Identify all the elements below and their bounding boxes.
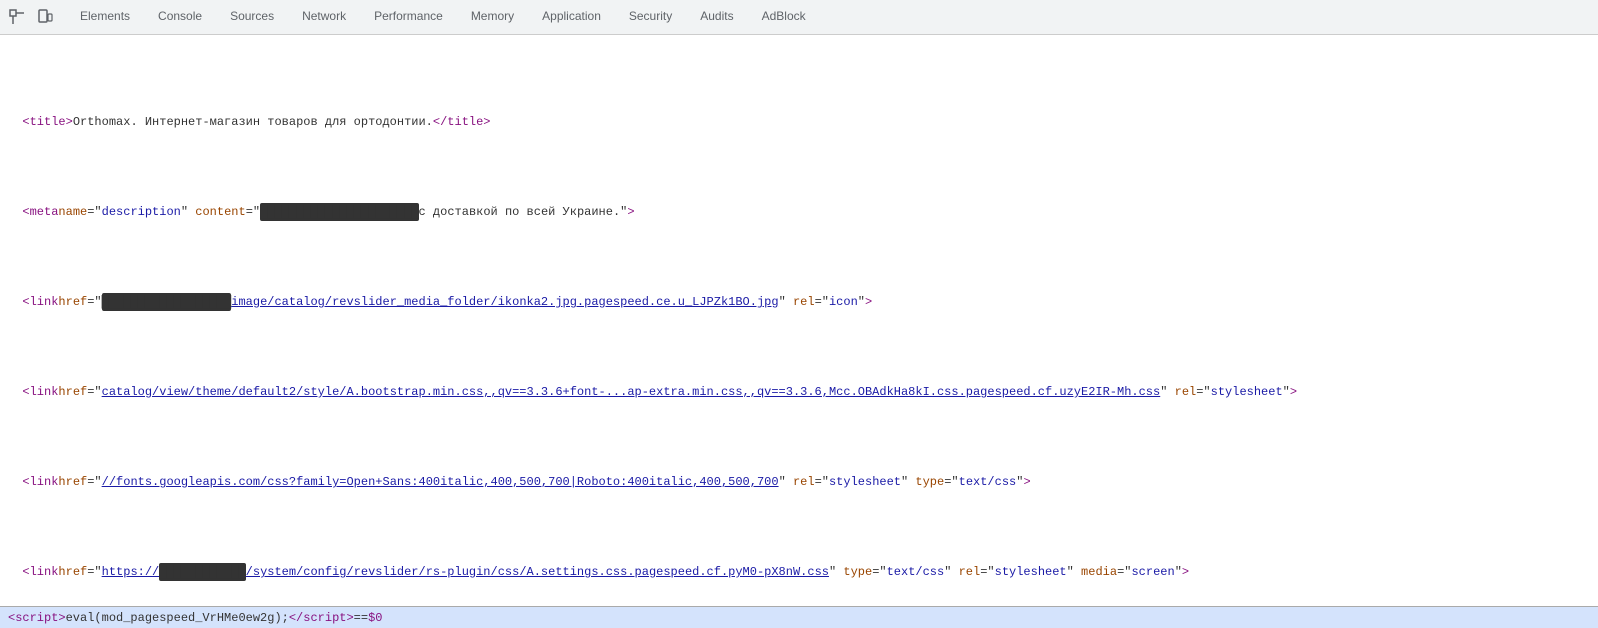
tab-security[interactable]: Security [615, 0, 686, 34]
devtools-window: Elements Console Sources Network Perform… [0, 0, 1598, 628]
tab-audits[interactable]: Audits [686, 0, 747, 34]
elements-panel[interactable]: <title>Orthomax. Интернет-магазин товаро… [0, 35, 1598, 606]
code-line-1[interactable]: <title>Orthomax. Интернет-магазин товаро… [0, 113, 1598, 131]
bottom-eval-bar: <script>eval(mod_pagespeed_VrHMe0ew2g);<… [0, 606, 1598, 628]
toolbar-icons [4, 4, 58, 30]
tab-network[interactable]: Network [288, 0, 360, 34]
inspect-element-button[interactable] [4, 4, 30, 30]
tab-application[interactable]: Application [528, 0, 615, 34]
tab-memory[interactable]: Memory [457, 0, 528, 34]
code-line-4[interactable]: <link href="catalog/view/theme/default2/… [0, 383, 1598, 401]
devtools-toolbar: Elements Console Sources Network Perform… [0, 0, 1598, 35]
tab-adblock[interactable]: AdBlock [748, 0, 820, 34]
bottom-script-tag: <script> [8, 611, 66, 625]
tab-performance[interactable]: Performance [360, 0, 457, 34]
bottom-dollar: $0 [368, 611, 382, 625]
device-toggle-button[interactable] [32, 4, 58, 30]
tab-console[interactable]: Console [144, 0, 216, 34]
tab-sources[interactable]: Sources [216, 0, 288, 34]
code-display: <title>Orthomax. Интернет-магазин товаро… [0, 39, 1598, 606]
tabs-container: Elements Console Sources Network Perform… [66, 0, 820, 34]
bottom-script-close: </script> [289, 611, 354, 625]
code-line-2[interactable]: <meta name="description" content="██████… [0, 203, 1598, 221]
bottom-eval-text: eval(mod_pagespeed_VrHMe0ew2g); [66, 611, 289, 625]
bottom-eq: == [354, 611, 368, 625]
code-line-6[interactable]: <link href="https://████████████/system/… [0, 563, 1598, 581]
code-line-5[interactable]: <link href="//fonts.googleapis.com/css?f… [0, 473, 1598, 491]
tab-elements[interactable]: Elements [66, 0, 144, 34]
code-line-3[interactable]: <link href="██████████████████image/cata… [0, 293, 1598, 311]
